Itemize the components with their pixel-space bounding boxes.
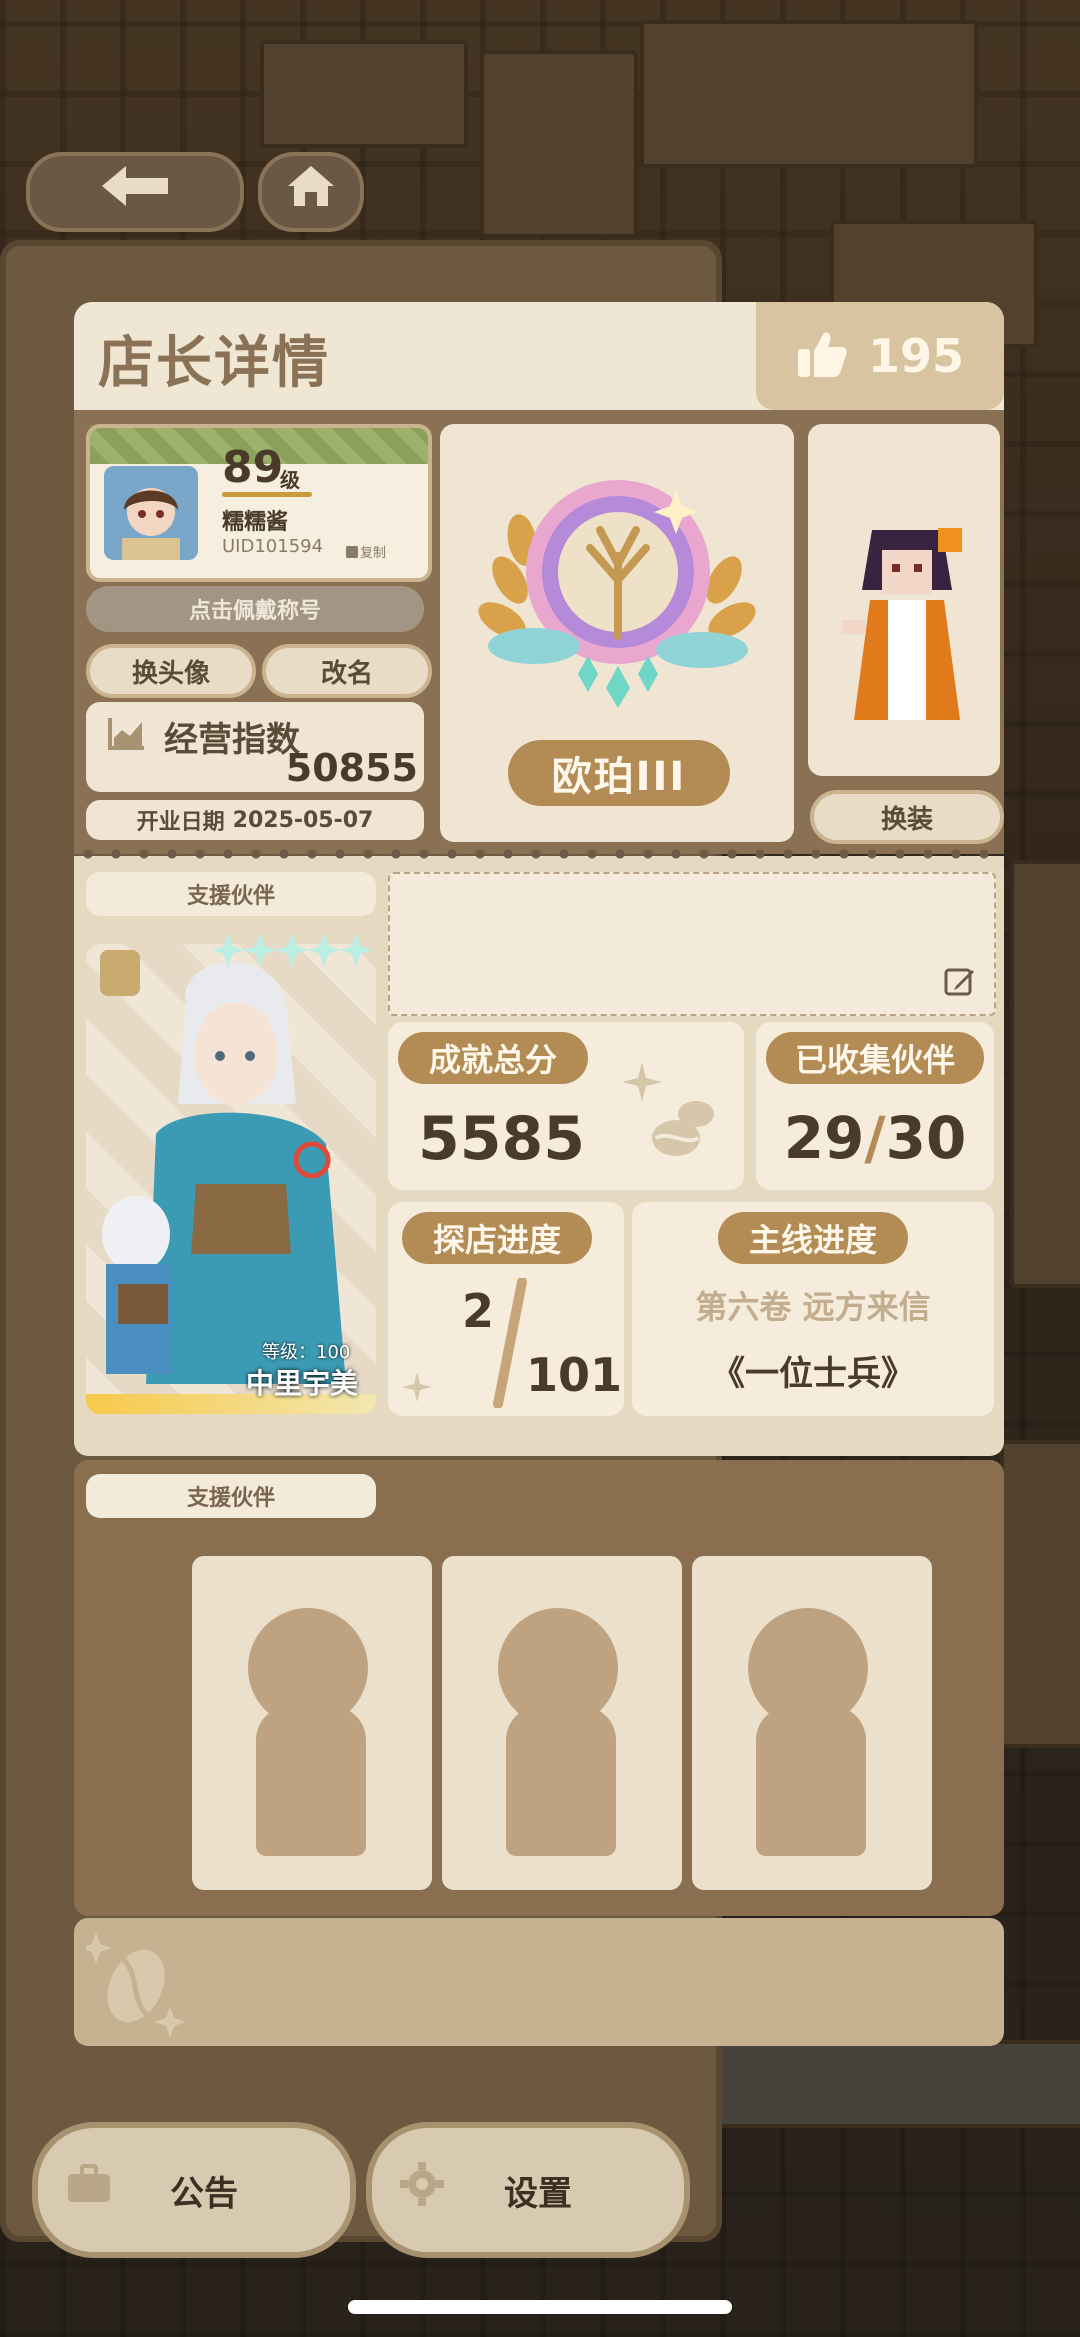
settings-button[interactable]: 设置 xyxy=(366,2122,690,2258)
partner-level: 等级：100 xyxy=(262,1342,351,1363)
arrow-left-icon xyxy=(100,164,170,220)
chart-area-icon xyxy=(108,716,146,754)
business-index-label: 经营指数 xyxy=(164,720,300,760)
briefcase-icon xyxy=(66,2164,112,2213)
achievement-value: 5585 xyxy=(418,1104,585,1174)
explore-card: 探店进度 2 101 xyxy=(388,1202,624,1416)
notice-button[interactable]: 公告 xyxy=(32,2122,356,2258)
partner-name: 中里宇美 xyxy=(246,1367,359,1400)
story-chapter: 《一位士兵》 xyxy=(711,1354,915,1394)
partner-stars xyxy=(212,930,372,970)
level-underline xyxy=(222,492,312,497)
player-level: 89 xyxy=(222,442,284,493)
support-slot-empty[interactable] xyxy=(442,1556,682,1890)
character-sprite xyxy=(842,520,972,730)
support-partner-label: 支援伙伴 xyxy=(86,872,376,916)
signature-box[interactable] xyxy=(388,872,996,1016)
home-icon xyxy=(286,164,336,220)
collected-separator: / xyxy=(864,1104,886,1172)
explore-total: 101 xyxy=(526,1348,623,1402)
thumbs-up-icon xyxy=(796,329,848,383)
support-slots-label: 支援伙伴 xyxy=(86,1474,376,1518)
collected-total: 30 xyxy=(885,1104,967,1172)
collected-card: 已收集伙伴 29/30 xyxy=(756,1022,994,1190)
achievement-label: 成就总分 xyxy=(398,1032,588,1084)
player-name: 糯糯酱 xyxy=(222,510,289,535)
element-badge-icon xyxy=(100,950,140,996)
silhouette-body xyxy=(506,1706,616,1856)
edit-icon[interactable] xyxy=(944,966,976,1002)
home-button[interactable] xyxy=(258,152,364,232)
wear-title-button[interactable]: 点击佩戴称号 xyxy=(86,586,424,632)
bean-footer-bar xyxy=(74,1918,1004,2046)
like-count: 195 xyxy=(867,329,965,383)
home-indicator[interactable] xyxy=(348,2300,732,2314)
change-avatar-button[interactable]: 换头像 xyxy=(86,644,256,698)
sparkle-icon xyxy=(402,1372,432,1406)
business-index-card: 经营指数 50855 xyxy=(86,702,424,792)
copy-label: 复制 xyxy=(360,546,387,561)
silhouette-body xyxy=(256,1706,366,1856)
rank-emblem[interactable] xyxy=(440,460,794,710)
profile-card: 89 级 糯糯酱 UID101594 复制 xyxy=(86,424,432,582)
change-outfit-button[interactable]: 换装 xyxy=(810,790,1004,844)
coffee-beans-icon xyxy=(606,1052,726,1176)
story-volume: 第六卷 远方来信 xyxy=(695,1288,931,1326)
explore-label: 探店进度 xyxy=(402,1212,592,1264)
collected-count: 29 xyxy=(783,1104,865,1172)
copy-icon xyxy=(346,545,358,558)
collected-value: 29/30 xyxy=(756,1104,994,1172)
support-partner-card[interactable]: 等级：100 中里宇美 xyxy=(86,944,376,1414)
silhouette-body xyxy=(756,1706,866,1856)
notice-label: 公告 xyxy=(170,2173,238,2214)
open-date-value: 2025-05-07 xyxy=(232,807,374,833)
business-index-value: 50855 xyxy=(285,746,418,790)
story-label: 主线进度 xyxy=(718,1212,908,1264)
gear-icon xyxy=(400,2162,444,2215)
page-title: 店长详情 xyxy=(98,331,330,396)
coffee-bean-icon xyxy=(80,1928,186,2042)
level-unit: 级 xyxy=(280,468,300,492)
open-date-label: 开业日期 xyxy=(136,810,225,835)
player-uid: UID101594 xyxy=(222,536,324,557)
collected-label: 已收集伙伴 xyxy=(766,1032,984,1084)
copy-uid-button[interactable]: 复制 xyxy=(346,542,386,561)
support-slot-empty[interactable] xyxy=(692,1556,932,1890)
rank-label: 欧珀III xyxy=(508,740,730,806)
perforation-divider xyxy=(74,846,1004,862)
open-date-bar: 开业日期 2025-05-07 xyxy=(86,800,424,840)
back-button[interactable] xyxy=(26,152,244,232)
rename-button[interactable]: 改名 xyxy=(262,644,432,698)
avatar[interactable] xyxy=(104,466,198,560)
achievement-card: 成就总分 5585 xyxy=(388,1022,744,1190)
settings-label: 设置 xyxy=(504,2173,572,2214)
support-slot-empty[interactable] xyxy=(192,1556,432,1890)
explore-slash xyxy=(490,1277,530,1412)
story-card: 主线进度 第六卷 远方来信 《一位士兵》 xyxy=(632,1202,994,1416)
like-button[interactable]: 195 xyxy=(756,302,1004,410)
